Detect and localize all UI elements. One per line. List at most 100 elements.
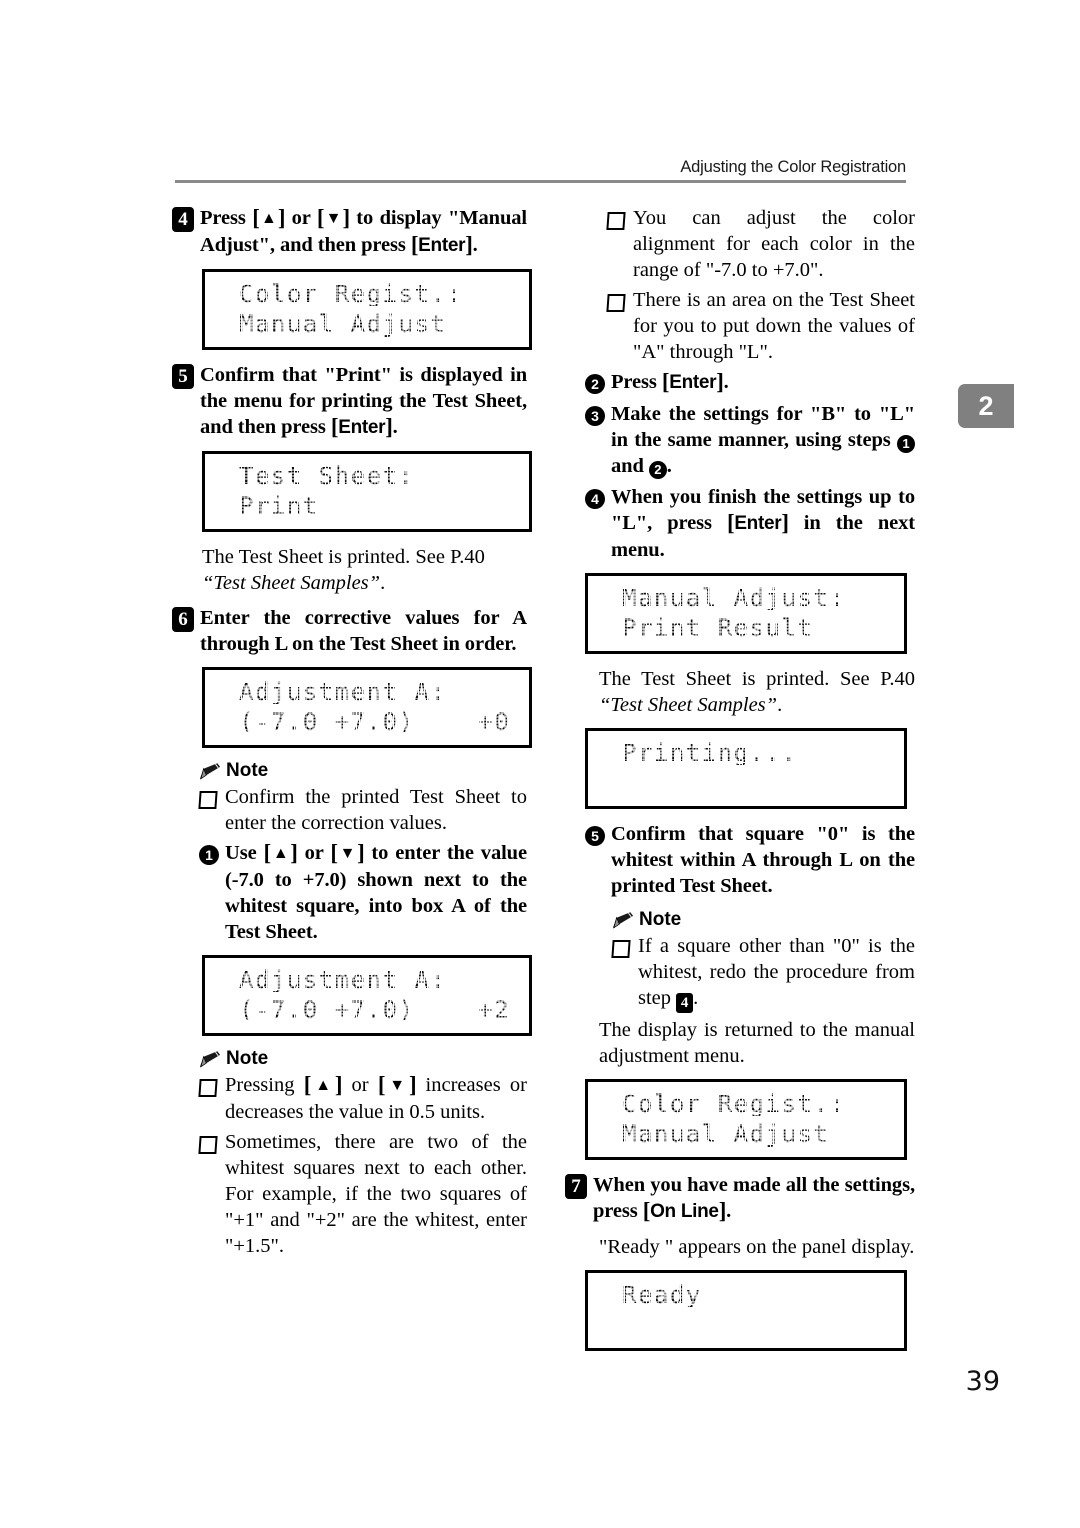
step-5-text-end: .: [392, 416, 398, 438]
step-4-text-or: or: [285, 207, 317, 229]
lcd-line-2: (-7.0 +7.0) +0: [239, 707, 529, 737]
key-up-arrow: [▲]: [263, 840, 298, 865]
step-5-text: Confirm that "Print" is displayed in the…: [200, 362, 527, 441]
substep-2-text-part1: Press: [611, 371, 662, 393]
inline-circled-2: 2: [648, 461, 667, 479]
substep-2-text-end: .: [723, 371, 729, 393]
key-on-line: [On Line]: [642, 1198, 727, 1223]
note-label: Note: [226, 1048, 269, 1069]
substep-3-number: 3: [585, 406, 605, 426]
lcd-line-2: Manual Adjust: [622, 1119, 904, 1149]
square-bullet-icon: [606, 294, 626, 312]
lcd-line-1: Manual Adjust:: [622, 583, 904, 613]
note-bullet: Pressing [▲] or [▼] increases or decreas…: [198, 1072, 527, 1125]
key-enter: [Enter]: [330, 414, 393, 439]
step-4-number: 4: [172, 207, 194, 232]
substep-1: 1 Use [▲] or [▼] to enter the value (-7.…: [199, 840, 527, 945]
key-up-arrow: [▲]: [303, 1072, 343, 1097]
lcd-line-2: Print: [239, 491, 529, 521]
pencil-icon: [612, 911, 634, 929]
lcd-inner: Manual Adjust: Print Result: [622, 583, 904, 643]
square-bullet-icon: [611, 940, 631, 958]
square-bullet-icon: [606, 212, 626, 230]
substep-5: 5 Confirm that square "0" is the whitest…: [585, 821, 915, 899]
note-heading: Note: [199, 1048, 527, 1070]
lcd-panel-manual-adjust-print-result: Manual Adjust: Print Result: [585, 573, 907, 654]
chapter-tab: 2: [958, 384, 1014, 428]
substep-1-text-part1: Use: [225, 842, 264, 864]
step-4-text-part1: Press: [200, 207, 253, 229]
lcd-panel-color-regist-manual-adjust: Color Regist.: Manual Adjust: [585, 1079, 907, 1160]
square-bullet-icon: [198, 1136, 218, 1154]
substep-1-text: Use [▲] or [▼] to enter the value (-7.0 …: [225, 840, 527, 945]
lcd-line-2: [622, 768, 904, 798]
substep-5-number: 5: [585, 826, 605, 846]
para-tail: .: [777, 694, 783, 716]
para-tail: .: [380, 572, 386, 594]
note-bullet-text: Pressing [▲] or [▼] increases or decreas…: [225, 1072, 527, 1125]
lcd-inner: Ready: [622, 1280, 904, 1340]
key-up-arrow: [▲]: [252, 205, 286, 230]
key-enter: [Enter]: [726, 510, 789, 535]
test-sheet-printed-note: The Test Sheet is printed. See P.40 “Tes…: [599, 666, 915, 718]
lcd-line-1: Color Regist.:: [622, 1089, 904, 1119]
inline-step-4-marker: 4: [676, 993, 694, 1013]
chapter-tab-number: 2: [978, 390, 994, 421]
substep-3-text-part1: Make the settings for "B" to "L" in the …: [611, 403, 915, 451]
lcd-panel-test-sheet-print: Test Sheet: Print: [202, 451, 532, 532]
substep-2-text: Press [Enter].: [611, 369, 915, 396]
step-6: 6 Enter the corrective values for A thro…: [172, 605, 527, 657]
lcd-panel-adjustment-a-plus2: Adjustment A: (-7.0 +7.0) +2: [202, 955, 532, 1036]
lcd-line-2: Manual Adjust: [239, 309, 529, 339]
key-enter: [Enter]: [410, 232, 473, 257]
lcd-line-1: Printing...: [622, 738, 904, 768]
lcd-line-1: Ready: [622, 1280, 904, 1310]
note-bullet-text: You can adjust the color alignment for e…: [633, 207, 915, 281]
step-6-number: 6: [172, 607, 194, 632]
note-bullet-text: If a square other than "0" is the whites…: [638, 933, 915, 1013]
lcd-inner: Printing...: [622, 738, 904, 798]
lcd-line-1: Color Regist.:: [239, 279, 529, 309]
step-4-text-end: .: [472, 234, 478, 256]
step-7-text: When you have made all the settings, pre…: [593, 1172, 915, 1225]
lcd-inner: Adjustment A: (-7.0 +7.0) +0: [239, 677, 529, 737]
substep-4: 4 When you finish the settings up to "L"…: [585, 484, 915, 563]
step-7: 7 When you have made all the settings, p…: [565, 1172, 915, 1225]
display-returned-note: The display is returned to the manual ad…: [599, 1019, 915, 1067]
key-down-arrow: [▼]: [330, 840, 365, 865]
substep-2: 2 Press [Enter].: [585, 369, 915, 396]
lcd-panel-ready: Ready: [585, 1270, 907, 1351]
substep-3-text-and: and: [611, 455, 649, 477]
bullet-text-or: or: [342, 1074, 378, 1096]
note-bullet: Sometimes, there are two of the whitest …: [198, 1129, 527, 1259]
note-bullet: Confirm the printed Test Sheet to enter …: [198, 784, 527, 836]
para-italic-ref: “Test Sheet Samples”: [202, 572, 381, 594]
lcd-inner: Test Sheet: Print: [239, 461, 529, 521]
lcd-panel-printing: Printing...: [585, 728, 907, 809]
note-bullet: If a square other than "0" is the whites…: [611, 933, 915, 1013]
substep-3-text-end: .: [666, 455, 672, 477]
page-number: 39: [965, 1366, 1000, 1397]
substep-1-number: 1: [199, 845, 219, 865]
lcd-line-1: Test Sheet:: [239, 461, 529, 491]
step-5-number: 5: [172, 364, 194, 389]
lcd-line-1: Adjustment A:: [239, 677, 529, 707]
key-down-arrow: [▼]: [316, 205, 350, 230]
lcd-inner: Adjustment A: (-7.0 +7.0) +2: [239, 965, 529, 1025]
inline-circled-1: 1: [897, 435, 915, 453]
step-4: 4 Press [▲] or [▼] to display "Manual Ad…: [172, 205, 527, 259]
note-bullet: You can adjust the color alignment for e…: [606, 205, 915, 283]
para-plain: The Test Sheet is printed. See P.40: [202, 546, 485, 568]
header-rule: [175, 180, 906, 183]
lcd-panel-adjustment-a-plus0: Adjustment A: (-7.0 +7.0) +0: [202, 667, 532, 748]
note-heading: Note: [612, 909, 915, 931]
substep-3-text: Make the settings for "B" to "L" in the …: [611, 401, 915, 479]
square-bullet-icon: [198, 791, 218, 809]
key-enter: [Enter]: [661, 369, 724, 394]
note-heading: Note: [199, 760, 527, 782]
page-canvas: Adjusting the Color Registration 2 4 Pre…: [0, 0, 1080, 1528]
lcd-inner: Color Regist.: Manual Adjust: [622, 1089, 904, 1149]
step-7-text-part1: When you have made all the settings, pre…: [593, 1174, 915, 1222]
header-title: Adjusting the Color Registration: [680, 158, 906, 176]
note-label: Note: [226, 760, 269, 781]
